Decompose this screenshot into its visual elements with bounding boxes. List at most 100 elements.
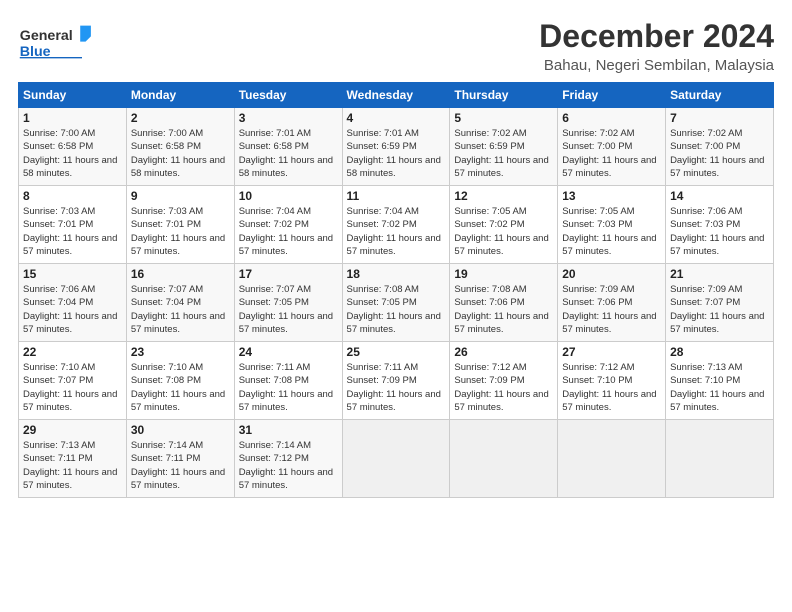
calendar-week-5: 29 Sunrise: 7:13 AM Sunset: 7:11 PM Dayl… (19, 420, 774, 498)
day-info: Sunrise: 7:02 AM Sunset: 7:00 PM Dayligh… (670, 127, 769, 180)
calendar-cell: 29 Sunrise: 7:13 AM Sunset: 7:11 PM Dayl… (19, 420, 127, 498)
day-info: Sunrise: 7:07 AM Sunset: 7:05 PM Dayligh… (239, 283, 338, 336)
day-number: 8 (23, 189, 122, 203)
subtitle: Bahau, Negeri Sembilan, Malaysia (539, 57, 774, 74)
day-number: 19 (454, 267, 553, 281)
calendar-cell: 12 Sunrise: 7:05 AM Sunset: 7:02 PM Dayl… (450, 186, 558, 264)
calendar-header-row: SundayMondayTuesdayWednesdayThursdayFrid… (19, 83, 774, 108)
day-number: 22 (23, 345, 122, 359)
day-info: Sunrise: 7:05 AM Sunset: 7:03 PM Dayligh… (562, 205, 661, 258)
day-number: 10 (239, 189, 338, 203)
day-number: 26 (454, 345, 553, 359)
calendar-cell: 19 Sunrise: 7:08 AM Sunset: 7:06 PM Dayl… (450, 264, 558, 342)
calendar-cell: 27 Sunrise: 7:12 AM Sunset: 7:10 PM Dayl… (558, 342, 666, 420)
day-number: 31 (239, 423, 338, 437)
day-number: 16 (131, 267, 230, 281)
day-info: Sunrise: 7:11 AM Sunset: 7:08 PM Dayligh… (239, 361, 338, 414)
calendar-cell: 10 Sunrise: 7:04 AM Sunset: 7:02 PM Dayl… (234, 186, 342, 264)
calendar-cell: 25 Sunrise: 7:11 AM Sunset: 7:09 PM Dayl… (342, 342, 450, 420)
calendar-header-tuesday: Tuesday (234, 83, 342, 108)
day-info: Sunrise: 7:10 AM Sunset: 7:08 PM Dayligh… (131, 361, 230, 414)
day-info: Sunrise: 7:00 AM Sunset: 6:58 PM Dayligh… (23, 127, 122, 180)
day-number: 6 (562, 111, 661, 125)
day-number: 23 (131, 345, 230, 359)
day-info: Sunrise: 7:10 AM Sunset: 7:07 PM Dayligh… (23, 361, 122, 414)
day-number: 20 (562, 267, 661, 281)
calendar-cell: 17 Sunrise: 7:07 AM Sunset: 7:05 PM Dayl… (234, 264, 342, 342)
calendar-cell: 14 Sunrise: 7:06 AM Sunset: 7:03 PM Dayl… (666, 186, 774, 264)
calendar-cell: 3 Sunrise: 7:01 AM Sunset: 6:58 PM Dayli… (234, 108, 342, 186)
day-info: Sunrise: 7:13 AM Sunset: 7:10 PM Dayligh… (670, 361, 769, 414)
day-number: 24 (239, 345, 338, 359)
day-number: 1 (23, 111, 122, 125)
day-info: Sunrise: 7:02 AM Sunset: 6:59 PM Dayligh… (454, 127, 553, 180)
day-info: Sunrise: 7:03 AM Sunset: 7:01 PM Dayligh… (23, 205, 122, 258)
calendar-cell: 15 Sunrise: 7:06 AM Sunset: 7:04 PM Dayl… (19, 264, 127, 342)
calendar-header-saturday: Saturday (666, 83, 774, 108)
day-info: Sunrise: 7:09 AM Sunset: 7:06 PM Dayligh… (562, 283, 661, 336)
main-title: December 2024 (539, 18, 774, 55)
calendar-cell: 11 Sunrise: 7:04 AM Sunset: 7:02 PM Dayl… (342, 186, 450, 264)
calendar-cell: 5 Sunrise: 7:02 AM Sunset: 6:59 PM Dayli… (450, 108, 558, 186)
day-number: 27 (562, 345, 661, 359)
calendar-week-3: 15 Sunrise: 7:06 AM Sunset: 7:04 PM Dayl… (19, 264, 774, 342)
calendar-cell: 4 Sunrise: 7:01 AM Sunset: 6:59 PM Dayli… (342, 108, 450, 186)
day-number: 25 (347, 345, 446, 359)
calendar-cell: 7 Sunrise: 7:02 AM Sunset: 7:00 PM Dayli… (666, 108, 774, 186)
day-number: 14 (670, 189, 769, 203)
calendar-cell: 9 Sunrise: 7:03 AM Sunset: 7:01 PM Dayli… (126, 186, 234, 264)
logo-svg: General Blue (18, 18, 98, 68)
day-info: Sunrise: 7:01 AM Sunset: 6:58 PM Dayligh… (239, 127, 338, 180)
day-info: Sunrise: 7:14 AM Sunset: 7:11 PM Dayligh… (131, 439, 230, 492)
day-number: 30 (131, 423, 230, 437)
day-number: 28 (670, 345, 769, 359)
calendar-header-wednesday: Wednesday (342, 83, 450, 108)
calendar-cell (666, 420, 774, 498)
calendar-cell: 24 Sunrise: 7:11 AM Sunset: 7:08 PM Dayl… (234, 342, 342, 420)
calendar-cell: 23 Sunrise: 7:10 AM Sunset: 7:08 PM Dayl… (126, 342, 234, 420)
day-info: Sunrise: 7:14 AM Sunset: 7:12 PM Dayligh… (239, 439, 338, 492)
calendar-cell: 2 Sunrise: 7:00 AM Sunset: 6:58 PM Dayli… (126, 108, 234, 186)
calendar-cell: 26 Sunrise: 7:12 AM Sunset: 7:09 PM Dayl… (450, 342, 558, 420)
day-number: 9 (131, 189, 230, 203)
calendar-cell: 18 Sunrise: 7:08 AM Sunset: 7:05 PM Dayl… (342, 264, 450, 342)
calendar-cell: 1 Sunrise: 7:00 AM Sunset: 6:58 PM Dayli… (19, 108, 127, 186)
day-info: Sunrise: 7:03 AM Sunset: 7:01 PM Dayligh… (131, 205, 230, 258)
title-section: December 2024 Bahau, Negeri Sembilan, Ma… (539, 18, 774, 74)
calendar-cell: 30 Sunrise: 7:14 AM Sunset: 7:11 PM Dayl… (126, 420, 234, 498)
calendar-week-4: 22 Sunrise: 7:10 AM Sunset: 7:07 PM Dayl… (19, 342, 774, 420)
day-info: Sunrise: 7:12 AM Sunset: 7:10 PM Dayligh… (562, 361, 661, 414)
day-info: Sunrise: 7:09 AM Sunset: 7:07 PM Dayligh… (670, 283, 769, 336)
day-info: Sunrise: 7:06 AM Sunset: 7:03 PM Dayligh… (670, 205, 769, 258)
calendar-cell: 16 Sunrise: 7:07 AM Sunset: 7:04 PM Dayl… (126, 264, 234, 342)
day-info: Sunrise: 7:04 AM Sunset: 7:02 PM Dayligh… (347, 205, 446, 258)
day-number: 17 (239, 267, 338, 281)
calendar-cell: 21 Sunrise: 7:09 AM Sunset: 7:07 PM Dayl… (666, 264, 774, 342)
calendar-cell: 28 Sunrise: 7:13 AM Sunset: 7:10 PM Dayl… (666, 342, 774, 420)
day-number: 29 (23, 423, 122, 437)
day-number: 5 (454, 111, 553, 125)
calendar-cell (558, 420, 666, 498)
day-number: 7 (670, 111, 769, 125)
day-number: 2 (131, 111, 230, 125)
calendar-cell: 31 Sunrise: 7:14 AM Sunset: 7:12 PM Dayl… (234, 420, 342, 498)
logo: General Blue (18, 18, 98, 68)
day-number: 12 (454, 189, 553, 203)
day-info: Sunrise: 7:01 AM Sunset: 6:59 PM Dayligh… (347, 127, 446, 180)
day-number: 11 (347, 189, 446, 203)
day-info: Sunrise: 7:12 AM Sunset: 7:09 PM Dayligh… (454, 361, 553, 414)
header: General Blue December 2024 Bahau, Negeri… (18, 18, 774, 74)
day-info: Sunrise: 7:04 AM Sunset: 7:02 PM Dayligh… (239, 205, 338, 258)
day-info: Sunrise: 7:07 AM Sunset: 7:04 PM Dayligh… (131, 283, 230, 336)
calendar-cell: 6 Sunrise: 7:02 AM Sunset: 7:00 PM Dayli… (558, 108, 666, 186)
calendar-cell (450, 420, 558, 498)
calendar-header-friday: Friday (558, 83, 666, 108)
day-info: Sunrise: 7:06 AM Sunset: 7:04 PM Dayligh… (23, 283, 122, 336)
svg-text:General: General (20, 28, 73, 44)
page: General Blue December 2024 Bahau, Negeri… (0, 0, 792, 612)
day-number: 18 (347, 267, 446, 281)
calendar-cell (342, 420, 450, 498)
calendar-cell: 8 Sunrise: 7:03 AM Sunset: 7:01 PM Dayli… (19, 186, 127, 264)
day-info: Sunrise: 7:13 AM Sunset: 7:11 PM Dayligh… (23, 439, 122, 492)
calendar-week-2: 8 Sunrise: 7:03 AM Sunset: 7:01 PM Dayli… (19, 186, 774, 264)
